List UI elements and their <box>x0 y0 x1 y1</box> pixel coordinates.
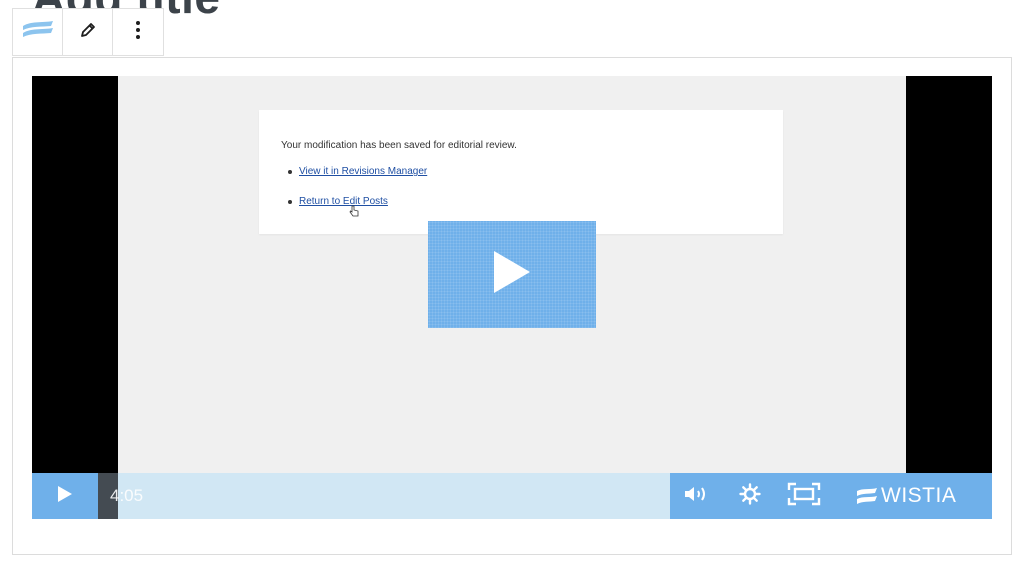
fullscreen-icon <box>787 482 821 511</box>
play-icon <box>57 485 73 508</box>
saved-notice: Your modification has been saved for edi… <box>259 110 783 234</box>
control-bar-right: WISTIA <box>670 473 992 519</box>
fullscreen-button[interactable] <box>784 473 824 519</box>
notice-message: Your modification has been saved for edi… <box>281 140 517 151</box>
control-bar: 4:05 WISTIA <box>32 473 992 519</box>
wistia-wordmark: WISTIA <box>881 484 957 507</box>
more-options-button[interactable] <box>113 9 163 55</box>
volume-icon <box>683 484 713 509</box>
edit-button[interactable] <box>63 9 113 55</box>
wistia-mark-icon <box>856 488 878 504</box>
pencil-icon <box>79 21 97 44</box>
notice-links: View it in Revisions Manager Return to E… <box>287 166 427 226</box>
wistia-block-icon <box>21 19 55 46</box>
more-vertical-icon <box>135 19 141 46</box>
gear-icon <box>739 482 761 510</box>
settings-button[interactable] <box>732 473 768 519</box>
wistia-logo[interactable]: WISTIA <box>856 473 956 519</box>
progress-bar[interactable] <box>118 473 670 519</box>
list-item: Return to Edit Posts <box>287 196 427 226</box>
hand-cursor-icon <box>349 205 359 220</box>
big-play-button[interactable] <box>428 221 596 328</box>
block-toolbar <box>12 8 164 56</box>
volume-button[interactable] <box>680 473 716 519</box>
play-button[interactable] <box>32 473 98 519</box>
return-to-edit-posts-link[interactable]: Return to Edit Posts <box>299 196 388 207</box>
video-player[interactable]: Your modification has been saved for edi… <box>32 76 992 519</box>
revisions-manager-link[interactable]: View it in Revisions Manager <box>299 166 427 177</box>
list-item: View it in Revisions Manager <box>287 166 427 196</box>
wistia-block-button[interactable] <box>13 9 63 55</box>
time-display: 4:05 <box>110 486 144 505</box>
play-icon <box>492 249 532 300</box>
